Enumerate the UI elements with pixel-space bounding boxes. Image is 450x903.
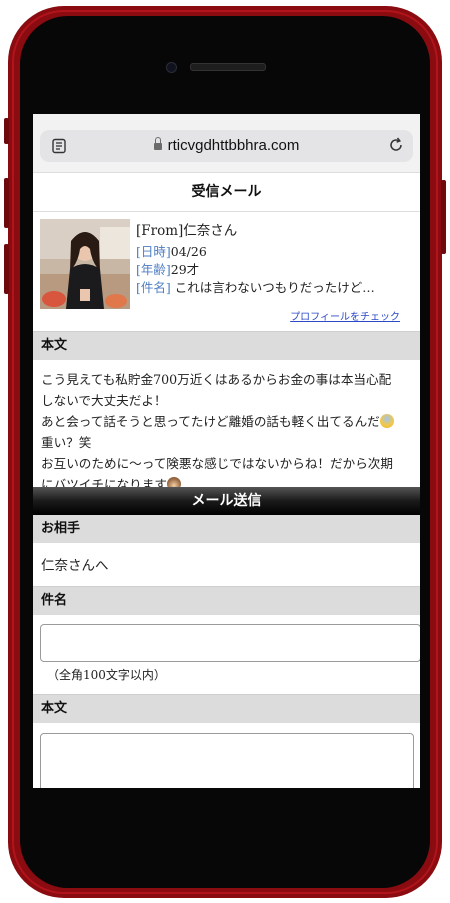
subject-row: [件名] これは言わないつもりだったけど… xyxy=(136,279,416,297)
sender-profile: [From]仁奈さん [日時]04/26 [年齢]29才 [件名] これは言わな… xyxy=(33,211,420,331)
profile-check-link[interactable]: プロフィールをチェック xyxy=(290,308,400,323)
url-text: rticvgdhttbbhra.com xyxy=(167,137,300,154)
sender-info: [From]仁奈さん [日時]04/26 [年齢]29才 [件名] これは言わな… xyxy=(136,219,416,297)
browser-toolbar: rticvgdhttbbhra.com xyxy=(33,114,420,172)
fearful-face-emoji xyxy=(379,414,394,428)
message-line: 重い？笑 xyxy=(41,435,92,450)
browser-screen: rticvgdhttbbhra.com 受信メール [From]仁奈さん [日時… xyxy=(33,114,420,788)
address-bar[interactable]: rticvgdhttbbhra.com xyxy=(40,130,413,162)
message-line: こう見えても私貯金700万近くはあるからお金の事は本当心配 xyxy=(41,372,392,387)
front-camera xyxy=(166,62,177,73)
recipient-value: 仁奈さんへ xyxy=(41,558,109,574)
subject-input[interactable] xyxy=(40,624,420,662)
subject-label: [件名] xyxy=(136,280,171,295)
earpiece-speaker xyxy=(190,63,266,71)
power-button xyxy=(441,180,446,254)
page-title: 受信メール xyxy=(33,172,420,212)
subject-hint: （全角100文字以内） xyxy=(47,668,166,682)
recipient-header: お相手 xyxy=(33,515,420,543)
reload-icon[interactable] xyxy=(388,137,404,153)
sender-name: [From]仁奈さん xyxy=(136,223,238,239)
send-mail-title: メール送信 xyxy=(33,487,420,515)
message-body-header: 本文 xyxy=(33,332,420,360)
compose-body-header: 本文 xyxy=(33,695,420,723)
url-display[interactable]: rticvgdhttbbhra.com xyxy=(40,137,413,154)
date-row: [日時]04/26 xyxy=(136,243,416,261)
body-textarea[interactable] xyxy=(40,733,414,788)
lock-icon xyxy=(153,137,162,150)
date-label: [日時] xyxy=(136,244,171,259)
message-line: しないで大丈夫だよ！ xyxy=(41,393,167,408)
sender-avatar[interactable] xyxy=(40,219,130,309)
volume-down-button xyxy=(4,244,9,294)
date-value: 04/26 xyxy=(170,244,207,259)
message-line-with-emoji: あと会って話そうと思ってたけど離婚の話も軽く出てるんだ xyxy=(41,411,416,432)
age-value: 29才 xyxy=(170,262,200,277)
message-body: こう見えても私貯金700万近くはあるからお金の事は本当心配 しないで大丈夫だよ！… xyxy=(41,369,416,495)
message-line: お互いのために〜って険悪な感じではないからね！だから次期 xyxy=(41,456,393,471)
volume-up-button xyxy=(4,178,9,228)
age-row: [年齢]29才 xyxy=(136,261,416,279)
message-line: あと会って話そうと思ってたけど離婚の話も軽く出てるんだ xyxy=(41,414,380,429)
subject-header: 件名 xyxy=(33,587,420,615)
subject-value: これは言わないつもりだったけど… xyxy=(174,280,375,295)
mute-switch xyxy=(4,118,9,144)
age-label: [年齢] xyxy=(136,262,171,277)
